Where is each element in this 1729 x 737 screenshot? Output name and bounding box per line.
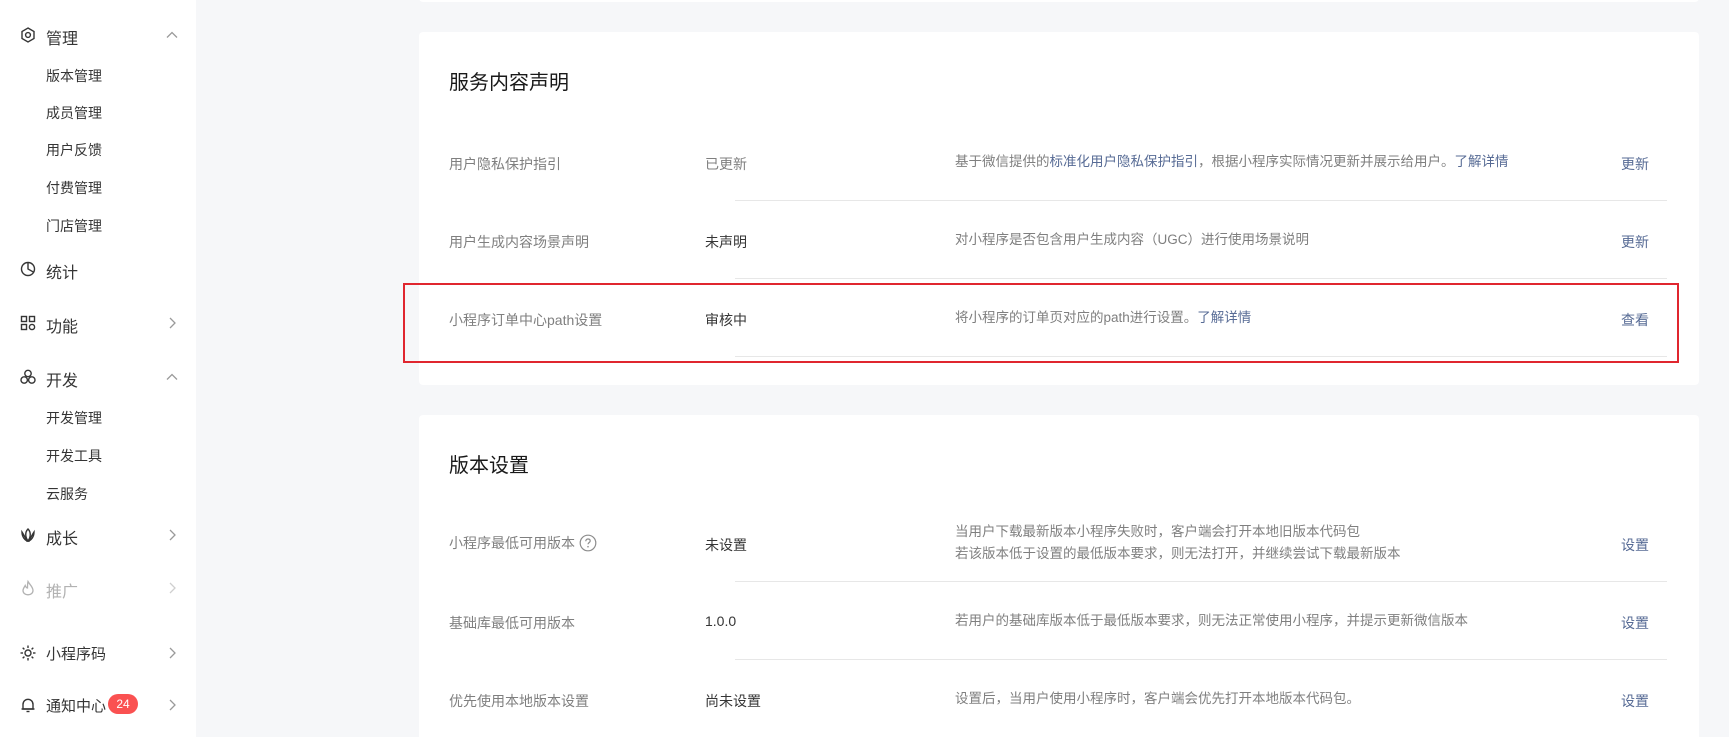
row-status: 未声明 <box>705 234 747 250</box>
nav-promo-label: 推广 <box>46 584 79 601</box>
row-status: 1.0.0 <box>705 613 737 629</box>
sidebar: 管理 版本管理 成员管理 用户反馈 付费管理 门店管理 统计 功能 开发 开发管… <box>0 0 196 737</box>
previous-card <box>419 0 1699 2</box>
chevron-up-icon <box>165 28 179 42</box>
privacy-guide-link[interactable]: 标准化用户隐私保护指引 <box>1050 154 1199 169</box>
settings-hexagon-icon <box>19 26 37 44</box>
nav-qrcode-label: 小程序码 <box>46 646 107 663</box>
row-label: 基础库最低可用版本 <box>449 615 575 631</box>
service-section-title: 服务内容声明 <box>449 72 569 94</box>
nav-growth[interactable]: 成长 <box>0 517 196 551</box>
grid-icon <box>19 314 37 332</box>
notification-count-badge: 24 <box>108 694 138 714</box>
nav-manage[interactable]: 管理 <box>0 17 196 51</box>
nav-features[interactable]: 功能 <box>0 305 196 339</box>
chevron-right-icon <box>165 581 179 595</box>
row-min-app-version: 小程序最低可用版本 未设置 当用户下载最新版本小程序失败时，客户端会打开本地旧版… <box>449 504 1667 582</box>
clover-icon <box>19 368 37 386</box>
row-prefer-local-version: 优先使用本地版本设置 尚未设置 设置后，当用户使用小程序时，客户端会优先打开本地… <box>449 660 1667 737</box>
chevron-right-icon <box>165 528 179 542</box>
nav-qrcode[interactable]: 小程序码 <box>0 635 196 669</box>
set-min-lib-version-button[interactable]: 设置 <box>1621 613 1649 633</box>
nav-stats[interactable]: 统计 <box>0 251 196 285</box>
nav-manage-label: 管理 <box>46 31 79 48</box>
nav-item-dev-tools[interactable]: 开发工具 <box>46 446 102 466</box>
nav-item-cloud[interactable]: 云服务 <box>46 484 88 504</box>
version-section-title: 版本设置 <box>449 455 529 477</box>
nav-dev-label: 开发 <box>46 373 79 390</box>
row-description: 对小程序是否包含用户生成内容（UGC）进行使用场景说明 <box>955 232 1309 247</box>
nav-growth-label: 成长 <box>46 531 79 548</box>
help-icon[interactable] <box>579 534 597 552</box>
nav-promo: 推广 <box>0 570 196 604</box>
row-privacy-guide: 用户隐私保护指引 已更新 基于微信提供的标准化用户隐私保护指引，根据小程序实际情… <box>449 123 1667 201</box>
row-ugc-declaration: 用户生成内容场景声明 未声明 对小程序是否包含用户生成内容（UGC）进行使用场景… <box>449 201 1667 279</box>
set-min-app-version-button[interactable]: 设置 <box>1621 535 1649 555</box>
bell-icon <box>19 696 37 714</box>
highlight-box <box>403 283 1679 363</box>
pie-chart-icon <box>19 260 37 278</box>
nav-item-version[interactable]: 版本管理 <box>46 66 102 86</box>
row-status: 未设置 <box>705 537 747 553</box>
chevron-right-icon <box>165 316 179 330</box>
row-label: 小程序最低可用版本 <box>449 533 597 553</box>
nav-item-feedback[interactable]: 用户反馈 <box>46 140 102 160</box>
row-status: 尚未设置 <box>705 693 761 709</box>
nav-stats-label: 统计 <box>46 265 79 282</box>
row-min-lib-version: 基础库最低可用版本 1.0.0 若用户的基础库版本低于最低版本要求，则无法正常使… <box>449 582 1667 660</box>
learn-more-link[interactable]: 了解详情 <box>1455 154 1509 169</box>
chevron-right-icon <box>165 646 179 660</box>
set-prefer-local-button[interactable]: 设置 <box>1621 691 1649 711</box>
nav-features-label: 功能 <box>46 319 79 336</box>
nav-dev[interactable]: 开发 <box>0 359 196 393</box>
nav-notify[interactable]: 通知中心 24 <box>0 687 196 721</box>
row-label: 用户生成内容场景声明 <box>449 234 589 250</box>
nav-item-dev-manage[interactable]: 开发管理 <box>46 408 102 428</box>
nav-notify-label: 通知中心 <box>46 698 107 715</box>
row-description: 若用户的基础库版本低于最低版本要求，则无法正常使用小程序，并提示更新微信版本 <box>955 613 1468 628</box>
row-label: 用户隐私保护指引 <box>449 156 561 172</box>
sun-icon <box>19 644 37 662</box>
flame-icon <box>19 579 37 597</box>
row-description: 设置后，当用户使用小程序时，客户端会优先打开本地版本代码包。 <box>955 691 1360 706</box>
version-settings-card: 版本设置 小程序最低可用版本 未设置 当用户下载最新版本小程序失败时，客户端会打… <box>419 415 1699 737</box>
nav-item-stores[interactable]: 门店管理 <box>46 216 102 236</box>
chevron-up-icon <box>165 370 179 384</box>
nav-item-members[interactable]: 成员管理 <box>46 103 102 123</box>
row-description: 基于微信提供的标准化用户隐私保护指引，根据小程序实际情况更新并展示给用户。了解详… <box>955 154 1509 169</box>
update-privacy-button[interactable]: 更新 <box>1621 154 1649 174</box>
nav-item-payment[interactable]: 付费管理 <box>46 178 102 198</box>
row-status: 已更新 <box>705 156 747 172</box>
lotus-icon <box>19 526 37 544</box>
update-ugc-button[interactable]: 更新 <box>1621 232 1649 252</box>
chevron-right-icon <box>165 698 179 712</box>
row-description: 当用户下载最新版本小程序失败时，客户端会打开本地旧版本代码包 若该版本低于设置的最… <box>955 524 1401 561</box>
row-label: 优先使用本地版本设置 <box>449 693 589 709</box>
